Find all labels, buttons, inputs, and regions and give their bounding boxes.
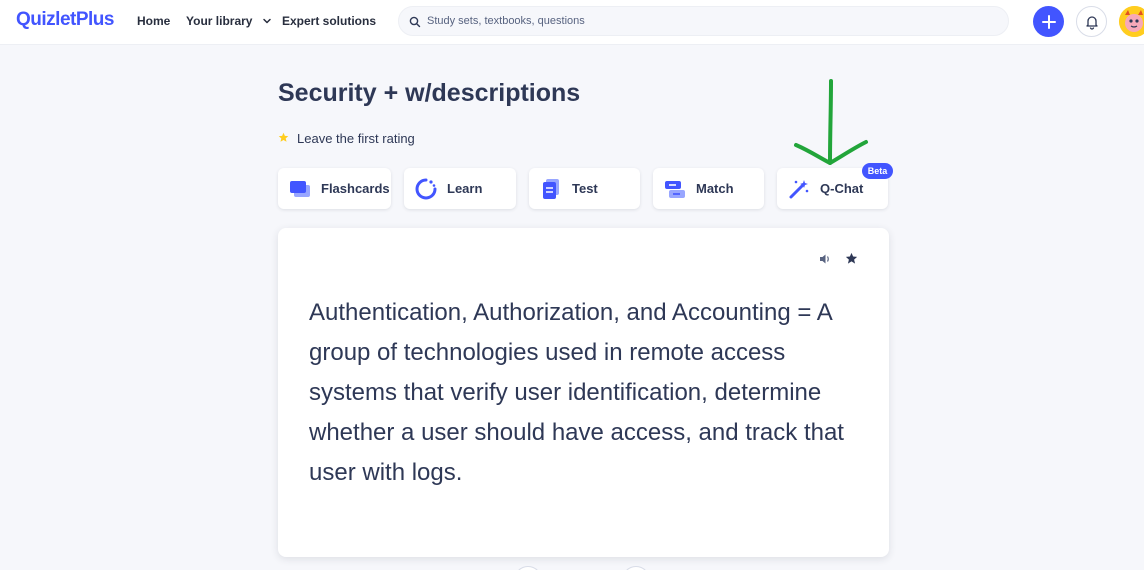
learn-icon (415, 178, 437, 200)
quizlet-plus-logo[interactable]: QuizletPlus (16, 9, 114, 31)
nav-home-link[interactable]: Home (137, 14, 170, 28)
test-icon (540, 178, 562, 200)
flashcards-icon (289, 178, 311, 200)
nav-library-label: Your library (186, 14, 253, 28)
match-icon (664, 178, 686, 200)
star-icon[interactable] (845, 252, 858, 270)
rating-link[interactable]: Leave the first rating (278, 131, 415, 146)
mode-label: Q-Chat (820, 181, 864, 196)
avatar[interactable] (1119, 6, 1144, 37)
top-navbar: QuizletPlus Home Your library Expert sol… (0, 0, 1144, 45)
mode-test-button[interactable]: Test (529, 168, 640, 209)
arrow-down-icon (794, 79, 868, 165)
search-input[interactable] (427, 11, 987, 31)
mode-match-button[interactable]: Match (653, 168, 764, 209)
nav-expert-solutions-link[interactable]: Expert solutions (282, 14, 376, 28)
speaker-icon[interactable] (818, 252, 832, 271)
nav-library-dropdown[interactable]: Your library (186, 14, 272, 29)
mode-label: Learn (447, 181, 483, 196)
mode-label: Test (572, 181, 598, 196)
create-button[interactable] (1033, 6, 1064, 37)
mode-learn-button[interactable]: Learn (404, 168, 516, 209)
notifications-button[interactable] (1076, 6, 1107, 37)
flashcard[interactable]: Authentication, Authorization, and Accou… (278, 228, 889, 557)
mode-label: Match (696, 181, 734, 196)
star-icon (278, 131, 289, 146)
flashcard-text: Authentication, Authorization, and Accou… (309, 299, 844, 486)
chevron-down-icon (262, 15, 272, 29)
plus-icon (1041, 14, 1056, 29)
previous-card-button[interactable] (514, 566, 542, 570)
search-icon (409, 15, 421, 33)
next-card-button[interactable] (622, 566, 650, 570)
mode-label: Flashcards (321, 181, 390, 196)
bell-icon (1085, 15, 1098, 30)
rating-label: Leave the first rating (297, 131, 415, 146)
magic-wand-icon (788, 178, 810, 200)
mode-flashcards-button[interactable]: Flashcards (278, 168, 391, 209)
search-bar[interactable] (398, 6, 1009, 36)
page-title: Security + w/descriptions (278, 79, 581, 107)
